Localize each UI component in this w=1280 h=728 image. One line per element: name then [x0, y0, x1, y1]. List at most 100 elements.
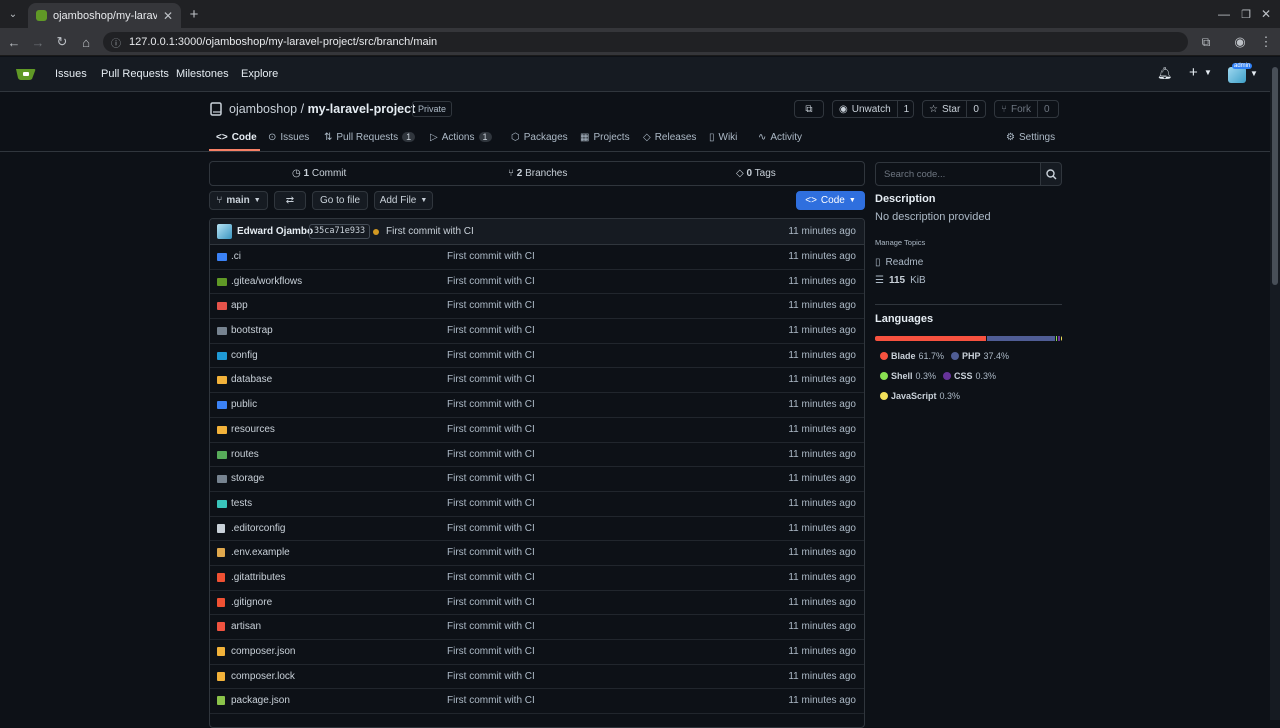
compare-button[interactable]: ⇄	[274, 191, 306, 210]
file-row[interactable]: .gitignore First commit with CI 11 minutes…	[210, 591, 864, 616]
file-row[interactable]: artisan First commit with CI 11 minutes ag…	[210, 615, 864, 640]
user-avatar[interactable]	[1228, 67, 1246, 83]
watch-count[interactable]: 1	[896, 101, 916, 117]
file-commit-message[interactable]: First commit with CI	[447, 473, 535, 484]
file-name-link[interactable]: storage	[231, 473, 264, 484]
file-row[interactable]: resources First commit with CI 11 minutes …	[210, 418, 864, 443]
file-commit-message[interactable]: First commit with CI	[447, 276, 535, 287]
commit-author[interactable]: Edward Ojambo	[237, 226, 313, 237]
star-count[interactable]: 0	[966, 101, 985, 117]
tab-pull-requests[interactable]: ⇅ Pull Requests 1	[324, 130, 416, 144]
commit-message[interactable]: First commit with CI	[386, 226, 474, 237]
file-name-link[interactable]: .editorconfig	[231, 523, 285, 534]
file-row[interactable]: routes First commit with CI 11 minutes ago	[210, 443, 864, 468]
file-name-link[interactable]: composer.json	[231, 646, 295, 657]
file-commit-message[interactable]: First commit with CI	[447, 547, 535, 558]
file-row[interactable]: database First commit with CI 11 minutes a…	[210, 368, 864, 394]
file-name-link[interactable]: .gitignore	[231, 597, 272, 608]
address-bar[interactable]: ⓘ 127.0.0.1:3000/ojamboshop/my-laravel-p…	[103, 32, 1188, 52]
manage-topics-link[interactable]: Manage Topics	[875, 238, 925, 247]
home-icon[interactable]: ⌂	[76, 32, 96, 52]
tab-actions[interactable]: ▷ Actions 1	[430, 130, 492, 144]
user-dropdown-caret-icon[interactable]: ▼	[1250, 69, 1258, 78]
author-avatar[interactable]	[217, 224, 232, 239]
file-name-link[interactable]: artisan	[231, 621, 261, 632]
file-commit-message[interactable]: First commit with CI	[447, 621, 535, 632]
file-name-link[interactable]: package.json	[231, 695, 290, 706]
file-name-link[interactable]: .env.example	[231, 547, 290, 558]
reload-icon[interactable]: ↻	[52, 32, 72, 52]
file-row[interactable]: package.json First commit with CI 11 minut…	[210, 689, 864, 715]
restore-window-icon[interactable]: ❐	[1236, 4, 1256, 24]
site-info-icon[interactable]: ⓘ	[111, 35, 121, 50]
file-name-link[interactable]: database	[231, 374, 272, 385]
file-row[interactable]: tests First commit with CI 11 minutes ago	[210, 492, 864, 517]
tab-packages[interactable]: ⬡ Packages	[511, 130, 568, 144]
repo-owner-link[interactable]: ojamboshop	[229, 102, 297, 116]
file-name-link[interactable]: public	[231, 399, 257, 410]
file-commit-message[interactable]: First commit with CI	[447, 671, 535, 682]
unwatch-button[interactable]: ◉ Unwatch 1	[832, 100, 914, 118]
close-tab-icon[interactable]: ✕	[163, 9, 173, 23]
file-name-link[interactable]: app	[231, 300, 248, 311]
ci-status-icon[interactable]	[373, 229, 379, 235]
code-clone-button[interactable]: <> Code ▼	[796, 191, 865, 210]
file-name-link[interactable]: config	[231, 350, 258, 361]
file-row[interactable]: .gitea/workflows First commit with CI 11 m…	[210, 270, 864, 295]
file-row[interactable]: .ci First commit with CI 11 minutes ago	[210, 245, 864, 270]
file-commit-message[interactable]: First commit with CI	[447, 498, 535, 509]
fork-button[interactable]: ⑂ Fork 0	[994, 100, 1059, 118]
file-commit-message[interactable]: First commit with CI	[447, 424, 535, 435]
file-commit-message[interactable]: First commit with CI	[447, 597, 535, 608]
create-dropdown-caret-icon[interactable]: ▼	[1204, 68, 1212, 77]
file-commit-message[interactable]: First commit with CI	[447, 350, 535, 361]
file-name-link[interactable]: .ci	[231, 251, 241, 262]
minimize-window-icon[interactable]: —	[1214, 4, 1234, 24]
repo-name-link[interactable]: my-laravel-project	[308, 102, 416, 116]
file-commit-message[interactable]: First commit with CI	[447, 300, 535, 311]
file-name-link[interactable]: tests	[231, 498, 252, 509]
tab-code[interactable]: <> Code	[216, 130, 257, 144]
tab-projects[interactable]: ▦ Projects	[580, 130, 630, 144]
nav-issues-link[interactable]: Issues	[55, 68, 87, 80]
file-name-link[interactable]: composer.lock	[231, 671, 295, 682]
go-to-file-button[interactable]: Go to file	[312, 191, 368, 210]
close-window-icon[interactable]: ✕	[1256, 4, 1276, 24]
tab-settings[interactable]: ⚙ Settings	[1006, 130, 1055, 144]
tab-releases[interactable]: ◇ Releases	[643, 130, 696, 144]
file-commit-message[interactable]: First commit with CI	[447, 251, 535, 262]
file-row[interactable]: composer.lock First commit with CI 11 minu…	[210, 665, 864, 690]
file-commit-message[interactable]: First commit with CI	[447, 572, 535, 583]
file-row[interactable]: config First commit with CI 11 minutes ago	[210, 344, 864, 369]
star-button[interactable]: ☆ Star 0	[922, 100, 986, 118]
browser-tab[interactable]: ojamboshop/my-larave ✕	[28, 3, 181, 28]
tab-search-chevron-icon[interactable]: ⌄	[3, 4, 23, 24]
branches-link[interactable]: ⑂ 2 Branches	[508, 168, 567, 179]
nav-explore-link[interactable]: Explore	[241, 68, 278, 80]
nav-milestones-link[interactable]: Milestones	[176, 68, 229, 80]
search-code-input[interactable]: Search code...	[875, 162, 1041, 186]
tab-activity[interactable]: ∿ Activity	[758, 130, 802, 144]
file-row[interactable]: bootstrap First commit with CI 11 minutes …	[210, 319, 864, 344]
file-row[interactable]: .gitattributes First commit with CI 11 min…	[210, 566, 864, 591]
file-name-link[interactable]: .gitea/workflows	[231, 276, 302, 287]
scrollbar-thumb[interactable]	[1272, 67, 1278, 285]
file-commit-message[interactable]: First commit with CI	[447, 449, 535, 460]
file-commit-message[interactable]: First commit with CI	[447, 523, 535, 534]
file-row[interactable]: storage First commit with CI 11 minutes ag…	[210, 467, 864, 492]
forward-arrow-icon[interactable]: →	[28, 32, 48, 52]
add-file-button[interactable]: Add File ▼	[374, 191, 433, 210]
page-scrollbar[interactable]	[1270, 57, 1280, 720]
file-row[interactable]: .env.example First commit with CI 11 minut…	[210, 541, 864, 566]
readme-link[interactable]: ▯ Readme	[875, 257, 923, 268]
tags-link[interactable]: ◇ 0 Tags	[736, 168, 776, 179]
new-tab-icon[interactable]: +	[184, 4, 204, 24]
profile-icon[interactable]: ◉	[1230, 32, 1250, 52]
browser-menu-icon[interactable]: ⋮	[1256, 32, 1276, 52]
back-arrow-icon[interactable]: ←	[4, 32, 24, 52]
file-commit-message[interactable]: First commit with CI	[447, 325, 535, 336]
file-row[interactable]: public First commit with CI 11 minutes ago	[210, 393, 864, 418]
file-name-link[interactable]: resources	[231, 424, 275, 435]
branch-selector[interactable]: ⑂ main ▼	[209, 191, 268, 210]
commit-sha[interactable]: 35ca71e933	[309, 224, 371, 239]
